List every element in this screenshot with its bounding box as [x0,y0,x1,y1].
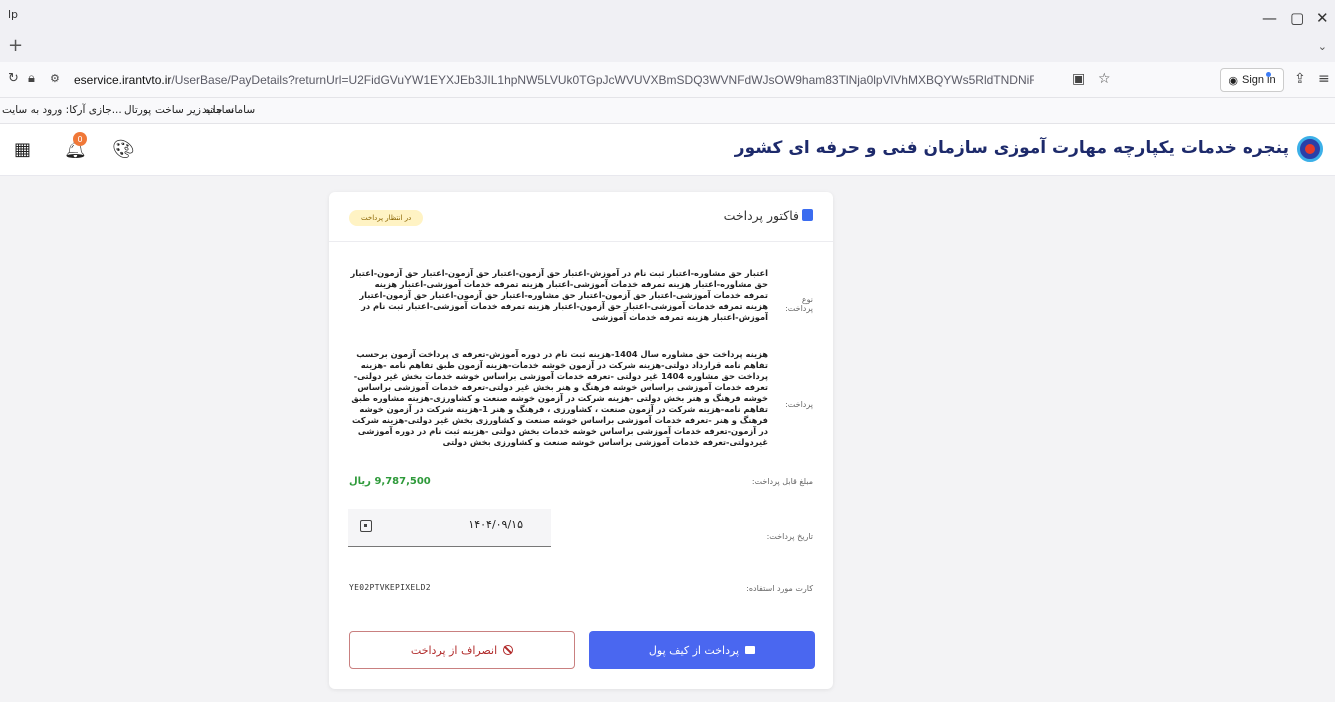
payment-label: پرداخت: [785,400,813,409]
bookmark-item[interactable]: ...جازی آرکا: ورود به سایت [2,104,122,116]
bookmark-star-icon[interactable]: ☆ [1098,71,1111,87]
tab-list-icon[interactable]: ⌄ [1318,40,1327,53]
tab-title[interactable]: lp [8,8,18,21]
date-value: ۱۴۰۴/۰۹/۱۵ [468,518,523,531]
payment-description: هزینه پرداخت حق مشاوره سال 1404-هزینه ثب… [351,349,768,447]
notification-dot [1266,72,1271,77]
reload-icon[interactable]: ↻ [8,71,19,87]
account-icon: ◉ [1228,74,1238,87]
permissions-icon[interactable]: ⚙ [50,71,60,87]
wallet-icon [745,646,756,654]
sign-in-button[interactable]: ◉ Sign in [1220,68,1284,92]
grid-menu-icon[interactable]: ▦ [14,140,31,160]
cancel-payment-label: انصراف از پرداخت [410,643,498,657]
site-title: پنجره خدمات یکپارچه مهارت آموزی سازمان ف… [734,138,1289,158]
payment-date-field[interactable]: ۱۴۰۴/۰۹/۱۵ [348,509,551,547]
pay-from-wallet-button[interactable]: پرداخت از کیف پول [589,631,815,669]
invoice-card-header: فاکتور پرداخت در انتظار پرداخت [329,192,833,242]
organization-logo[interactable] [1297,136,1323,162]
lock-icon[interactable]: 🔒︎ [28,71,35,87]
amount-value: 9,787,500 ریال [349,476,431,487]
url-domain: eservice.irantvto.ir [74,73,172,87]
url-input[interactable]: eservice.irantvto.ir/UserBase/PayDetails… [74,73,1034,87]
notification-badge: 0 [73,132,87,146]
invoice-icon [802,209,813,221]
site-header: ▦ 🔔︎ 0 🎨︎ پنجره خدمات یکپارچه مهارت آموز… [0,124,1335,176]
card-label: کارت مورد استفاده: [746,584,813,593]
pay-from-wallet-label: پرداخت از کیف پول [648,643,740,657]
new-tab-button[interactable]: + [8,37,23,55]
menu-icon[interactable]: ≡ [1318,71,1330,87]
close-window-button[interactable]: ✕ [1316,10,1329,26]
calendar-icon[interactable] [360,520,372,532]
restore-button[interactable]: ▢ [1290,10,1304,26]
payment-type-label: نوع پرداخت: [785,295,813,313]
invoice-title-text: فاکتور پرداخت [723,208,799,223]
address-bar: ↻ 🔒︎ ⚙ eservice.irantvto.ir/UserBase/Pay… [0,62,1335,98]
bookmark-item[interactable]: پورتال [124,104,151,116]
browser-tabbar: lp + — ▢ ✕ ⌄ [0,0,1335,62]
bookmarks-bar: سامانه زیر ساخت سامانه جدید پورتال ...جا… [0,98,1335,124]
amount-label: مبلغ قابل پرداخت: [751,477,813,486]
reader-view-icon[interactable]: ▣ [1072,71,1085,87]
invoice-title: فاکتور پرداخت [724,208,813,223]
payment-type-text: اعتبار حق مشاوره-اعتبار ثبت نام در آموزش… [350,268,768,322]
card-code: YE02PTVKEPIXELD2 [349,583,431,592]
status-badge: در انتظار پرداخت [349,210,424,226]
palette-icon[interactable]: 🎨︎ [112,140,135,160]
minimize-button[interactable]: — [1262,10,1277,26]
share-icon[interactable]: ⇪ [1294,71,1306,87]
ban-icon [503,645,514,655]
bookmark-item[interactable]: سامانه جدید [202,104,255,116]
date-label: تاریخ پرداخت: [766,532,813,541]
invoice-card: فاکتور پرداخت در انتظار پرداخت نوع پرداخ… [329,192,833,689]
cancel-payment-button[interactable]: انصراف از پرداخت [349,631,575,669]
url-path: /UserBase/PayDetails?returnUrl=U2FidGVuY… [171,73,1034,87]
